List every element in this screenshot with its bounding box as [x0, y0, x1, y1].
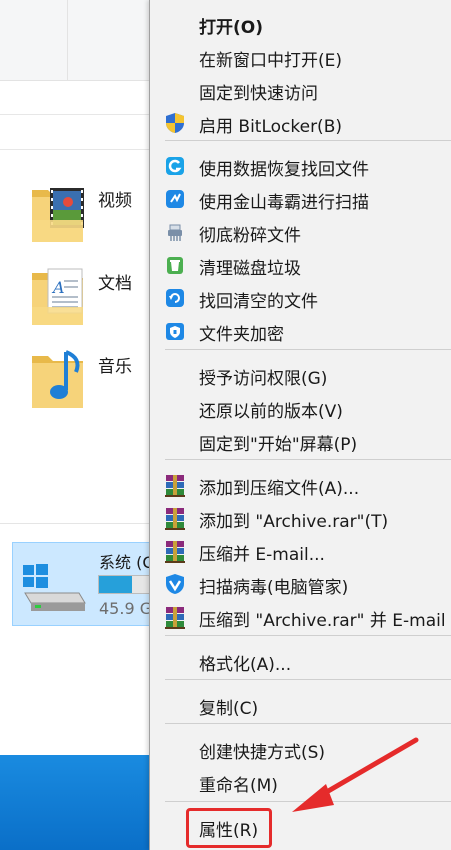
menu-separator	[165, 140, 451, 141]
data-recovery-icon	[164, 155, 186, 177]
svg-text:A: A	[51, 278, 65, 297]
menu-item-label: 打开(O)	[199, 18, 263, 38]
winrar-icon	[164, 606, 186, 629]
properties-highlight-box	[186, 808, 272, 848]
menu-separator	[165, 801, 451, 802]
folder-lock-icon	[164, 320, 186, 342]
menu-separator	[165, 349, 451, 350]
menu-item-label: 重命名(M)	[199, 776, 278, 796]
antivirus-scan-icon	[164, 188, 186, 210]
menu-separator	[165, 635, 451, 636]
menu-item-14[interactable]: 添加到 "Archive.rar"(T)	[150, 502, 451, 532]
folder-label-music: 音乐	[98, 357, 132, 377]
menu-item-label: 扫描病毒(电脑管家)	[199, 578, 349, 598]
winrar-icon	[164, 507, 186, 530]
music-folder-icon[interactable]	[28, 346, 90, 412]
menu-item-3[interactable]: 启用 BitLocker(B)	[150, 107, 451, 137]
menu-item-label: 使用数据恢复找回文件	[199, 160, 369, 180]
hard-drive-icon	[23, 564, 86, 611]
menu-item-label: 固定到"开始"屏幕(P)	[199, 435, 358, 455]
menu-item-label: 彻底粉碎文件	[199, 226, 301, 246]
menu-item-16[interactable]: 扫描病毒(电脑管家)	[150, 568, 451, 598]
menu-item-label: 文件夹加密	[199, 325, 284, 345]
menu-item-11[interactable]: 还原以前的版本(V)	[150, 392, 451, 422]
menu-item-0[interactable]: 打开(O)	[150, 8, 451, 38]
menu-item-6[interactable]: 彻底粉碎文件	[150, 216, 451, 246]
menu-item-label: 添加到压缩文件(A)...	[199, 479, 360, 499]
folder-label-documents: 文档	[98, 274, 132, 294]
drive-free-space: 45.9 G	[99, 599, 153, 618]
menu-item-2[interactable]: 固定到快速访问	[150, 74, 451, 104]
restore-icon	[164, 287, 186, 309]
menu-item-18[interactable]: 格式化(A)...	[150, 645, 451, 675]
menu-item-label: 授予访问权限(G)	[199, 369, 328, 389]
menu-item-label: 还原以前的版本(V)	[199, 402, 343, 422]
winrar-icon	[164, 474, 186, 497]
menu-separator	[165, 723, 451, 724]
folder-label-video: 视频	[98, 191, 132, 211]
menu-item-label: 添加到 "Archive.rar"(T)	[199, 512, 389, 532]
menu-item-1[interactable]: 在新窗口中打开(E)	[150, 41, 451, 71]
menu-item-4[interactable]: 使用数据恢复找回文件	[150, 150, 451, 180]
menu-item-label: 固定到快速访问	[199, 84, 318, 104]
drive-name: 系统 (C	[99, 553, 154, 572]
menu-item-label: 格式化(A)...	[199, 655, 292, 675]
menu-item-label: 启用 BitLocker(B)	[199, 117, 342, 137]
menu-item-label: 压缩并 E-mail...	[199, 545, 325, 565]
menu-item-label: 复制(C)	[199, 699, 259, 719]
menu-item-12[interactable]: 固定到"开始"屏幕(P)	[150, 425, 451, 455]
menu-item-17[interactable]: 压缩到 "Archive.rar" 并 E-mail	[150, 601, 451, 631]
menu-item-21[interactable]: 重命名(M)	[150, 766, 451, 796]
menu-item-label: 压缩到 "Archive.rar" 并 E-mail	[199, 611, 446, 631]
video-folder-icon[interactable]	[28, 180, 90, 246]
context-menu: 打开(O) 在新窗口中打开(E) 固定到快速访问启用 BitLocker(B) 使用数…	[149, 0, 451, 850]
menu-item-7[interactable]: 清理磁盘垃圾	[150, 249, 451, 279]
menu-item-8[interactable]: 找回清空的文件	[150, 282, 451, 312]
menu-item-9[interactable]: 文件夹加密	[150, 315, 451, 345]
menu-item-5[interactable]: 使用金山毒霸进行扫描	[150, 183, 451, 213]
menu-item-label: 使用金山毒霸进行扫描	[199, 193, 369, 213]
shield-icon	[164, 112, 186, 134]
drive-usage-fill	[99, 576, 132, 593]
menu-item-10[interactable]: 授予访问权限(G)	[150, 359, 451, 389]
menu-item-label: 找回清空的文件	[199, 292, 318, 312]
menu-item-label: 在新窗口中打开(E)	[199, 51, 343, 71]
tencent-guard-icon	[164, 573, 186, 595]
menu-item-15[interactable]: 压缩并 E-mail...	[150, 535, 451, 565]
trash-clean-icon	[164, 254, 186, 276]
menu-item-19[interactable]: 复制(C)	[150, 689, 451, 719]
winrar-icon	[164, 540, 186, 563]
menu-separator	[165, 459, 451, 460]
menu-item-label: 清理磁盘垃圾	[199, 259, 301, 279]
menu-item-20[interactable]: 创建快捷方式(S)	[150, 733, 451, 763]
shredder-icon	[164, 221, 186, 243]
menu-item-label: 创建快捷方式(S)	[199, 743, 326, 763]
system-drive-item[interactable]: 系统 (C 45.9 G	[12, 542, 164, 626]
menu-separator	[165, 679, 451, 680]
desktop-taskbar-area	[0, 755, 160, 850]
menu-item-13[interactable]: 添加到压缩文件(A)...	[150, 469, 451, 499]
documents-folder-icon[interactable]: A	[28, 263, 90, 329]
